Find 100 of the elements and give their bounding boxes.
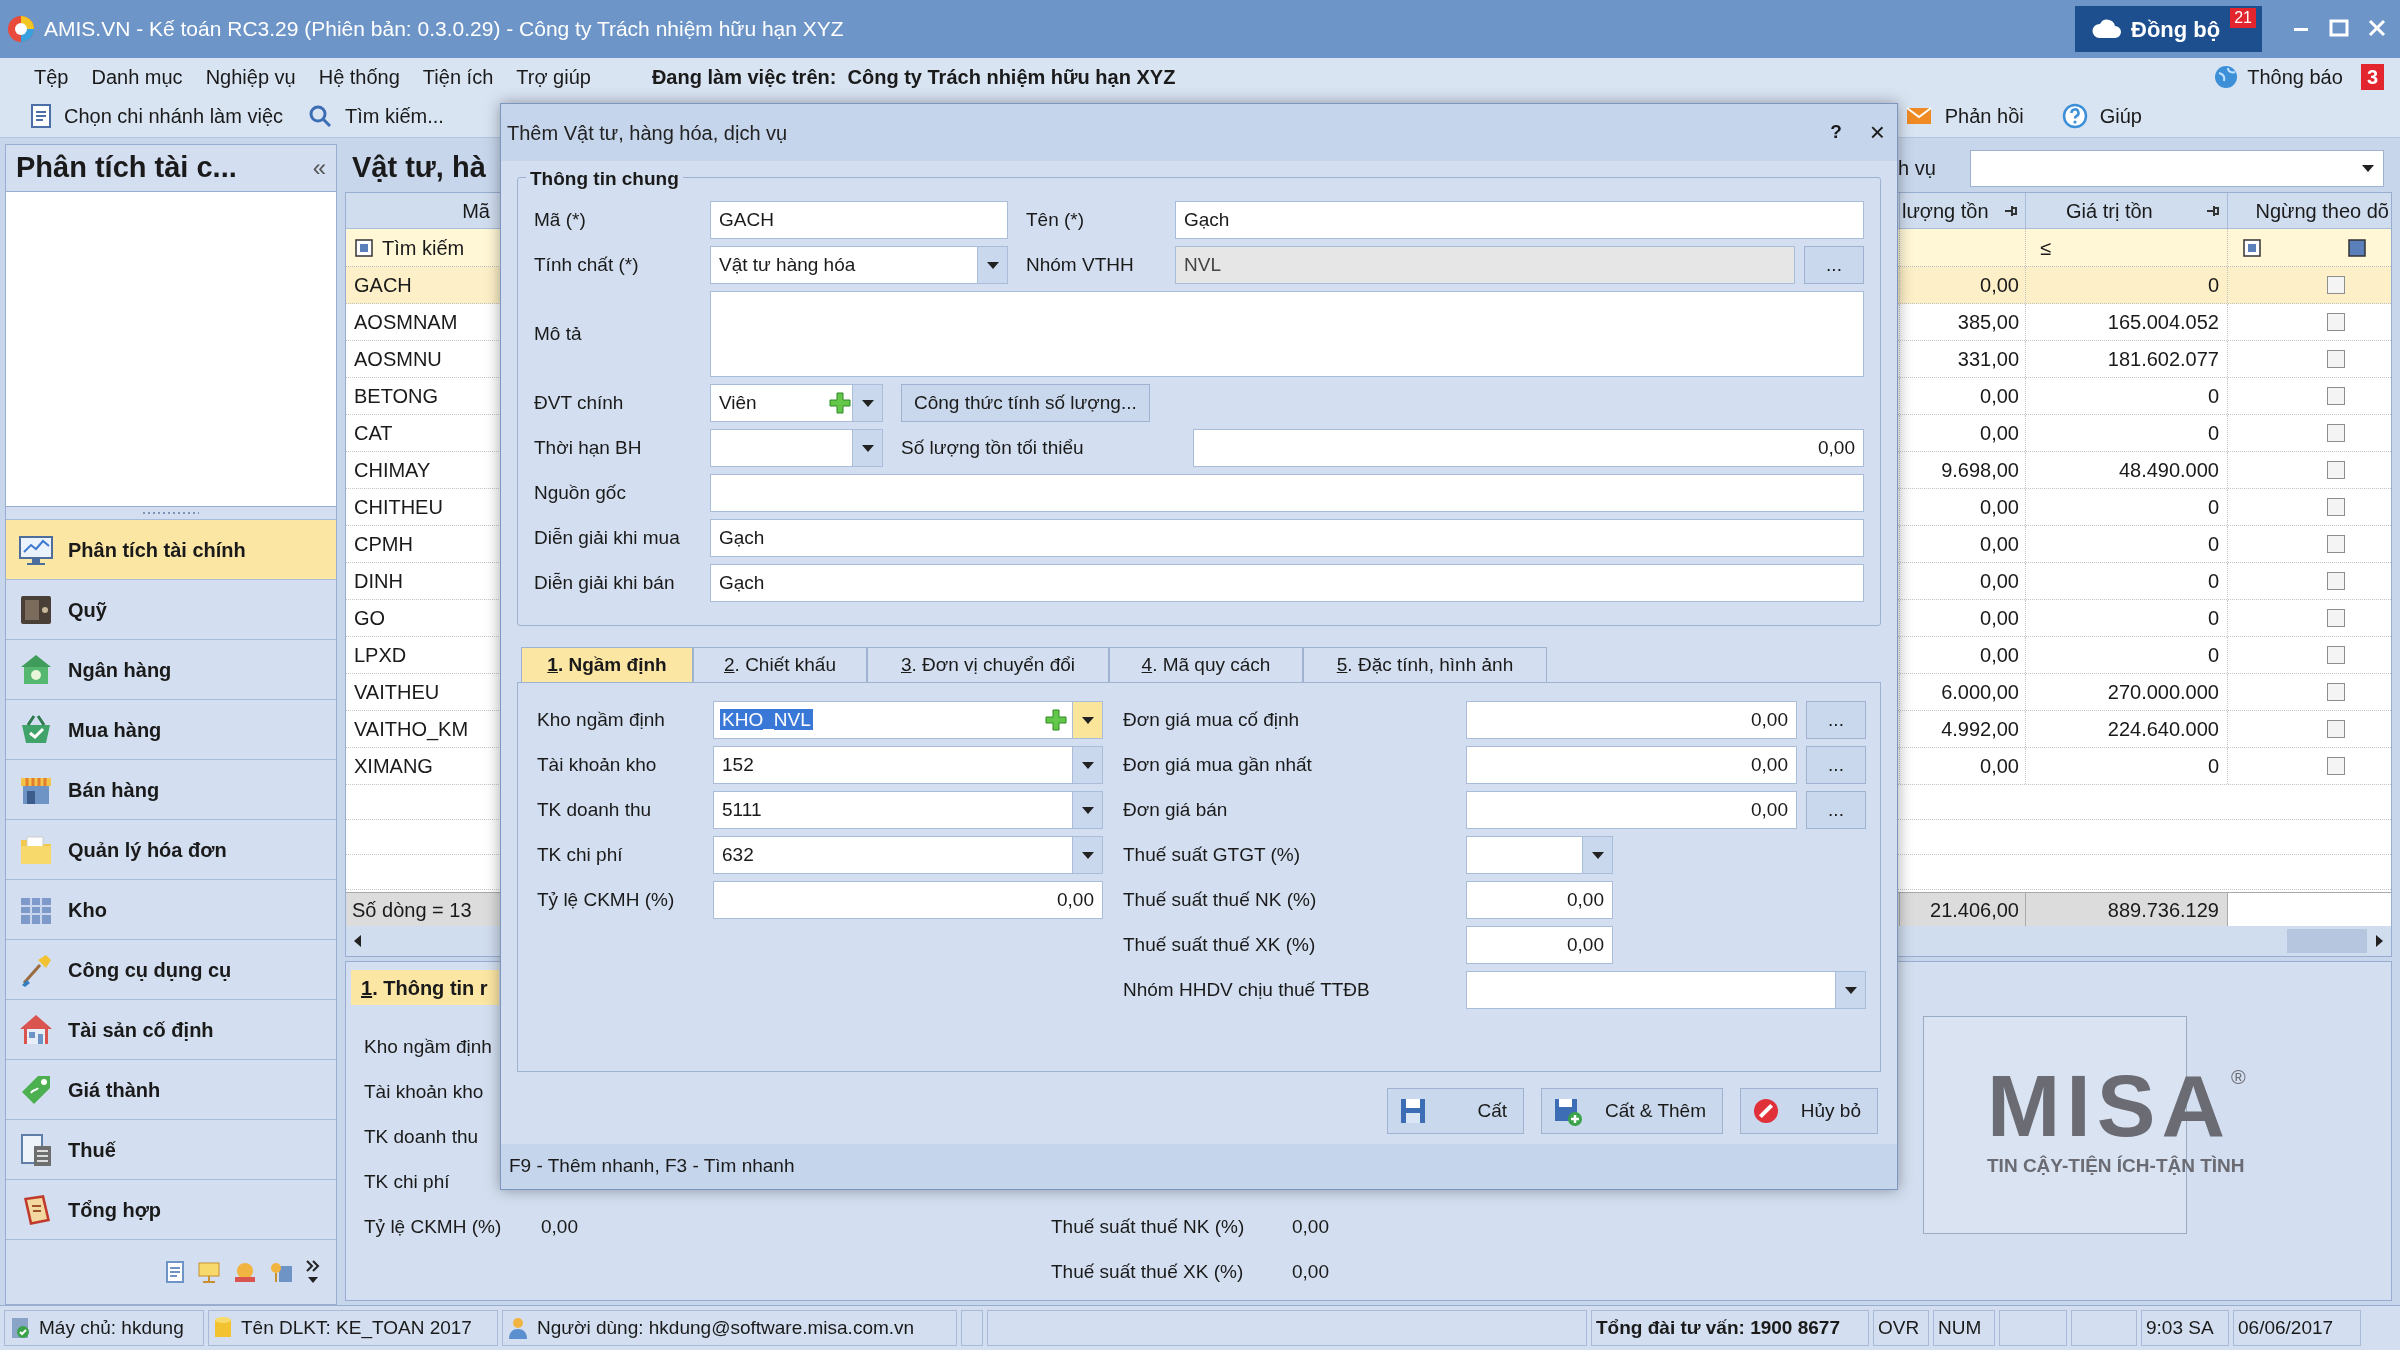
text-field[interactable]: 0,00 <box>1466 701 1797 739</box>
text-field[interactable]: 0,00 <box>1193 429 1864 467</box>
checkbox[interactable] <box>2326 534 2346 554</box>
panel-tab[interactable]: 1. Thông tin r <box>351 970 499 1005</box>
toolbar-button[interactable]: Chọn chi nhánh làm việc <box>30 101 283 131</box>
dialog-button[interactable]: Cất & Thêm <box>1541 1088 1723 1134</box>
text-field[interactable]: 0,00 <box>713 881 1103 919</box>
status-panel <box>2071 1310 2137 1346</box>
presentation-icon[interactable] <box>196 1260 222 1284</box>
caret-icon <box>1080 850 1095 860</box>
help-button[interactable]: ? <box>1830 118 1842 147</box>
checkbox[interactable] <box>2326 423 2346 443</box>
menu-item[interactable]: Hệ thống <box>308 61 410 92</box>
dropdown-button[interactable] <box>1072 837 1102 873</box>
tab[interactable]: 4. Mã quy cách <box>1109 647 1303 682</box>
scrollbar-thumb[interactable] <box>2287 929 2367 953</box>
pin-icon[interactable] <box>2205 203 2221 218</box>
toolbar-button[interactable]: Tìm kiếm... <box>307 101 444 131</box>
formula-button[interactable]: Công thức tính số lượng... <box>901 384 1150 422</box>
working-company-text: Đang làm việc trên: Công ty Trách nhiệm hữu hạn XYZ <box>651 64 1176 90</box>
nav-item[interactable]: Phân tích tài chính <box>6 519 336 579</box>
menu-item[interactable]: Trợ giúp <box>506 61 601 92</box>
toolbar-button[interactable]: Phản hồi <box>1904 101 2024 131</box>
field-value: 0,00 <box>1292 1215 1329 1240</box>
dialog-button[interactable]: Cất <box>1387 1088 1524 1134</box>
column-header[interactable]: lượng tồn <box>1902 195 1989 226</box>
close-button[interactable]: × <box>1869 113 1885 152</box>
document-icon[interactable] <box>164 1260 186 1284</box>
filter-field[interactable] <box>1899 229 2026 266</box>
table-cell-text: GACH <box>353 273 413 298</box>
row-count-text: Số dòng = 13 <box>351 897 473 923</box>
toolbar-button[interactable]: Giúp <box>2061 101 2142 131</box>
menu-item[interactable]: Nghiệp vụ <box>195 61 306 92</box>
combo-box[interactable]: 632 <box>713 836 1103 874</box>
column-header[interactable]: Ngừng theo dõ <box>2228 193 2391 228</box>
combo-box[interactable]: 5111 <box>713 791 1103 829</box>
text-field[interactable]: 0,00 <box>1466 746 1797 784</box>
checkbox[interactable] <box>2326 608 2346 628</box>
field-label: Tên (*) <box>1026 208 1085 230</box>
checkbox[interactable] <box>2326 571 2346 591</box>
text-area[interactable] <box>710 291 1864 377</box>
checkbox[interactable] <box>2326 645 2346 665</box>
field-label: Nguồn gốc <box>534 481 626 503</box>
checkbox[interactable] <box>2326 719 2346 739</box>
text-field[interactable]: GACH <box>710 201 1008 239</box>
checkbox[interactable] <box>2326 497 2346 517</box>
tab[interactable]: 3. Đơn vị chuyển đổi <box>867 647 1109 682</box>
text-field[interactable] <box>710 474 1864 512</box>
filter-checkbox[interactable] <box>2347 237 2367 258</box>
text-field[interactable]: Gạch <box>1175 201 1864 239</box>
dropdown-button[interactable] <box>977 247 1007 283</box>
filter-field[interactable]: Tìm kiếm <box>346 229 501 266</box>
browse-button[interactable]: ... <box>1806 746 1866 784</box>
tab[interactable]: 1. Ngầm định <box>521 647 693 682</box>
text-field[interactable]: 0,00 <box>1466 881 1613 919</box>
tab[interactable]: 5. Đặc tính, hình ảnh <box>1303 647 1547 682</box>
menu-item[interactable]: Tiện ích <box>412 61 504 92</box>
dropdown-button[interactable] <box>1072 792 1102 828</box>
text-field[interactable]: 0,00 <box>1466 926 1613 964</box>
dropdown-button[interactable] <box>1072 702 1102 738</box>
text-field[interactable]: Gạch <box>710 564 1864 602</box>
dropdown-button[interactable] <box>1582 837 1612 873</box>
collapse-button[interactable]: « <box>312 150 326 186</box>
table-cell: 0 <box>2026 378 2228 414</box>
checkbox[interactable] <box>2326 312 2346 332</box>
dropdown-button[interactable] <box>1835 972 1865 1008</box>
pin-icon[interactable] <box>2003 203 2019 218</box>
menu-item[interactable]: Tệp <box>24 61 79 92</box>
filter-operator[interactable]: ≤ <box>2040 232 2051 263</box>
filter-mode-icon[interactable] <box>2242 237 2262 258</box>
checkbox[interactable] <box>2326 349 2346 369</box>
dropdown-button[interactable] <box>852 430 882 466</box>
text-field[interactable]: Gạch <box>710 519 1864 557</box>
checkbox[interactable] <box>2326 386 2346 406</box>
pin-board-icon[interactable] <box>268 1260 294 1284</box>
combo-box[interactable]: KHO_NVL <box>713 701 1103 739</box>
checkbox[interactable] <box>2326 275 2346 295</box>
caret-icon <box>1590 850 1605 860</box>
column-header[interactable]: Giá trị tồn <box>2066 195 2153 226</box>
text-field[interactable]: 0,00 <box>1466 791 1797 829</box>
sync-button[interactable]: Đồng bộ 21 <box>2075 6 2262 52</box>
notification-button[interactable]: Thông báo 3 <box>2213 61 2388 92</box>
checkbox[interactable] <box>2326 756 2346 776</box>
dropdown-button[interactable] <box>1072 747 1102 783</box>
browse-button[interactable]: ... <box>1806 791 1866 829</box>
tab[interactable]: 2. Chiết khấu <box>693 647 867 682</box>
dialog-button[interactable]: Hủy bỏ <box>1740 1088 1878 1134</box>
menu-item[interactable]: Danh mục <box>81 61 193 92</box>
coins-icon[interactable] <box>232 1260 258 1284</box>
combo-box[interactable]: Viên <box>710 384 883 422</box>
caret-icon <box>985 260 1000 270</box>
filter-mode-icon[interactable] <box>354 237 374 258</box>
checkbox[interactable] <box>2326 460 2346 480</box>
dropdown-button[interactable] <box>852 385 882 421</box>
checkbox[interactable] <box>2326 682 2346 702</box>
combo-box[interactable]: Vật tư hàng hóa <box>710 246 1008 284</box>
browse-button[interactable]: ... <box>1806 701 1866 739</box>
splitter-grip-icon[interactable] <box>141 511 201 515</box>
combo-box[interactable]: 152 <box>713 746 1103 784</box>
field-label: Tài khoản kho <box>364 1081 484 1103</box>
